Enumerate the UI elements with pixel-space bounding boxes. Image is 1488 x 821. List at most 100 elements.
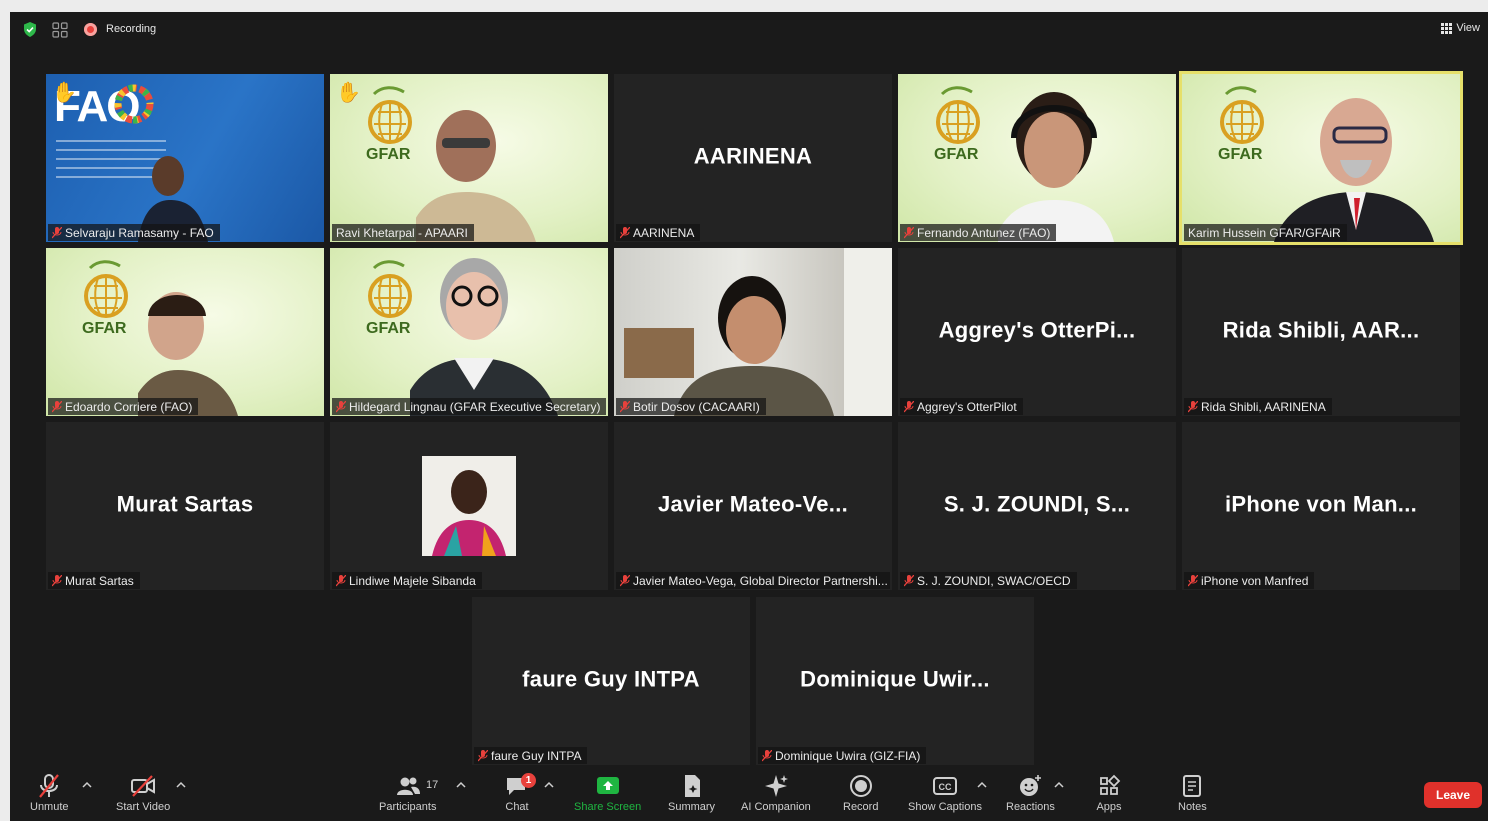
- ai-companion-label: AI Companion: [741, 801, 811, 813]
- closed-captions-icon: CC: [933, 777, 957, 795]
- participant-name: Edoardo Corriere (FAO): [65, 400, 193, 414]
- participants-count: 17: [426, 779, 439, 791]
- participant-nameplate: Karim Hussein GFAR/GFAiR: [1184, 224, 1347, 241]
- chevron-up-icon[interactable]: [1054, 781, 1064, 789]
- participant-video: [410, 258, 558, 416]
- chevron-up-icon[interactable]: [82, 781, 92, 789]
- participant-nameplate: Edoardo Corriere (FAO): [48, 398, 199, 415]
- participant-video: [1274, 98, 1434, 242]
- summary-label: Summary: [668, 801, 716, 813]
- video-tile-manfred[interactable]: iPhone von Man... iPhone von Manfred: [1182, 422, 1460, 590]
- apps-icon: [1100, 774, 1121, 795]
- share-screen-icon: [596, 777, 619, 794]
- video-tile-javier[interactable]: Javier Mateo-Ve... Javier Mateo-Vega, Gl…: [614, 422, 892, 590]
- notes-icon: [1183, 775, 1202, 797]
- participant-nameplate: Dominique Uwira (GIZ-FIA): [758, 747, 927, 764]
- muted-mic-icon: [478, 750, 488, 762]
- start-video-button[interactable]: Start Video: [116, 773, 170, 813]
- participant-nameplate: Selvaraju Ramasamy - FAO: [48, 224, 220, 241]
- participant-name: Lindiwe Majele Sibanda: [349, 574, 476, 588]
- muted-mic-icon: [1188, 401, 1198, 413]
- record-button[interactable]: Record: [843, 773, 878, 813]
- show-captions-button[interactable]: CC Show Captions: [908, 773, 982, 813]
- video-tile-selvaraju[interactable]: FAO ✋ Selvaraju Ramasamy - FAO: [46, 74, 324, 242]
- view-label: View: [1456, 22, 1480, 34]
- meeting-window: Recording View FAO ✋ Selvaraju Ramasamy …: [10, 12, 1488, 821]
- summary-button[interactable]: Summary: [668, 773, 715, 813]
- unmute-button[interactable]: Unmute: [30, 773, 69, 813]
- shield-check-icon[interactable]: [23, 22, 37, 37]
- video-tile-dominique[interactable]: Dominique Uwir... Dominique Uwira (GIZ-F…: [756, 597, 1034, 765]
- chevron-up-icon[interactable]: [176, 781, 186, 789]
- gfar-logo-text: GFAR: [82, 320, 127, 337]
- notes-button[interactable]: Notes: [1178, 773, 1207, 813]
- gfar-logo-text: GFAR: [366, 320, 411, 337]
- video-tile-aggrey[interactable]: Aggrey's OtterPi... Aggrey's OtterPilot: [898, 248, 1176, 416]
- chevron-up-icon[interactable]: [456, 781, 466, 789]
- share-screen-label: Share Screen: [574, 801, 642, 813]
- reactions-button[interactable]: Reactions: [1006, 773, 1055, 813]
- muted-mic-icon: [620, 227, 630, 239]
- view-button[interactable]: View: [1441, 22, 1480, 34]
- ai-companion-button[interactable]: AI Companion: [741, 773, 811, 813]
- participant-nameplate: Hildegard Lingnau (GFAR Executive Secret…: [332, 398, 606, 415]
- participant-name: Fernando Antunez (FAO): [917, 226, 1051, 240]
- video-tile-zoundi[interactable]: S. J. ZOUNDI, S... S. J. ZOUNDI, SWAC/OE…: [898, 422, 1176, 590]
- video-tile-rida[interactable]: Rida Shibli, AAR... Rida Shibli, AARINEN…: [1182, 248, 1460, 416]
- show-captions-label: Show Captions: [908, 801, 982, 813]
- muted-mic-icon: [39, 774, 60, 798]
- participant-video: [416, 110, 536, 242]
- video-tile-faure[interactable]: faure Guy INTPA faure Guy INTPA: [472, 597, 750, 765]
- participant-nameplate: Fernando Antunez (FAO): [900, 224, 1057, 241]
- video-tile-hildegard[interactable]: GFAR Hildegard Lingnau (GFAR Executive S…: [330, 248, 608, 416]
- record-icon: [849, 775, 872, 797]
- participant-name: iPhone von Manfred: [1201, 574, 1309, 588]
- video-tile-edoardo[interactable]: GFAR Edoardo Corriere (FAO): [46, 248, 324, 416]
- gfar-logo-text: GFAR: [934, 146, 979, 163]
- sdg-wheel-icon: [114, 84, 154, 124]
- notes-label: Notes: [1178, 801, 1207, 813]
- record-label: Record: [843, 801, 879, 813]
- video-tile-karim[interactable]: GFAR Karim Hussein GFAR/GFAiR: [1179, 71, 1463, 245]
- apps-button[interactable]: Apps: [1096, 773, 1122, 813]
- video-tile-aarinena[interactable]: AARINENA AARINENA: [614, 74, 892, 242]
- participant-display-name: faure Guy INTPA: [522, 666, 700, 692]
- profile-photo-image: [432, 470, 506, 556]
- reactions-label: Reactions: [1006, 801, 1055, 813]
- muted-mic-icon: [620, 575, 630, 587]
- participant-nameplate: Murat Sartas: [48, 572, 140, 589]
- chevron-up-icon[interactable]: [544, 781, 554, 789]
- chevron-up-icon[interactable]: [977, 781, 987, 789]
- leave-button[interactable]: Leave: [1424, 782, 1482, 808]
- muted-mic-icon: [1188, 575, 1198, 587]
- summary-icon: [684, 775, 700, 797]
- participant-name: faure Guy INTPA: [491, 749, 582, 763]
- video-tile-murat[interactable]: Murat Sartas Murat Sartas: [46, 422, 324, 590]
- apps-grid-icon[interactable]: [52, 22, 68, 38]
- participant-name: Murat Sartas: [65, 574, 134, 588]
- participant-nameplate: Lindiwe Majele Sibanda: [332, 572, 482, 589]
- participant-nameplate: AARINENA: [616, 224, 701, 241]
- participant-nameplate: faure Guy INTPA: [474, 747, 588, 764]
- apps-label: Apps: [1096, 801, 1122, 813]
- participant-nameplate: Ravi Khetarpal - APAARI: [332, 224, 474, 241]
- video-tile-lindiwe[interactable]: Lindiwe Majele Sibanda: [330, 422, 608, 590]
- video-off-icon: [131, 775, 156, 797]
- share-screen-button[interactable]: Share Screen: [574, 773, 641, 813]
- participant-video: [624, 248, 892, 416]
- video-tile-botir[interactable]: Botir Dosov (CACAARI): [614, 248, 892, 416]
- muted-mic-icon: [904, 575, 914, 587]
- participant-display-name: Dominique Uwir...: [800, 666, 990, 692]
- participant-video: [138, 292, 238, 416]
- video-tile-fernando[interactable]: GFAR Fernando Antunez (FAO): [898, 74, 1176, 242]
- video-tile-ravi[interactable]: GFAR ✋ Ravi Khetarpal - APAARI: [330, 74, 608, 242]
- participant-name: Dominique Uwira (GIZ-FIA): [775, 749, 921, 763]
- participant-name: Selvaraju Ramasamy - FAO: [65, 226, 214, 240]
- participant-nameplate: Botir Dosov (CACAARI): [616, 398, 766, 415]
- unmute-label: Unmute: [30, 801, 69, 813]
- participant-nameplate: Rida Shibli, AARINENA: [1184, 398, 1332, 415]
- participant-nameplate: S. J. ZOUNDI, SWAC/OECD: [900, 572, 1077, 589]
- participant-name: Karim Hussein GFAR/GFAiR: [1188, 226, 1341, 240]
- muted-mic-icon: [52, 575, 62, 587]
- muted-mic-icon: [336, 401, 346, 413]
